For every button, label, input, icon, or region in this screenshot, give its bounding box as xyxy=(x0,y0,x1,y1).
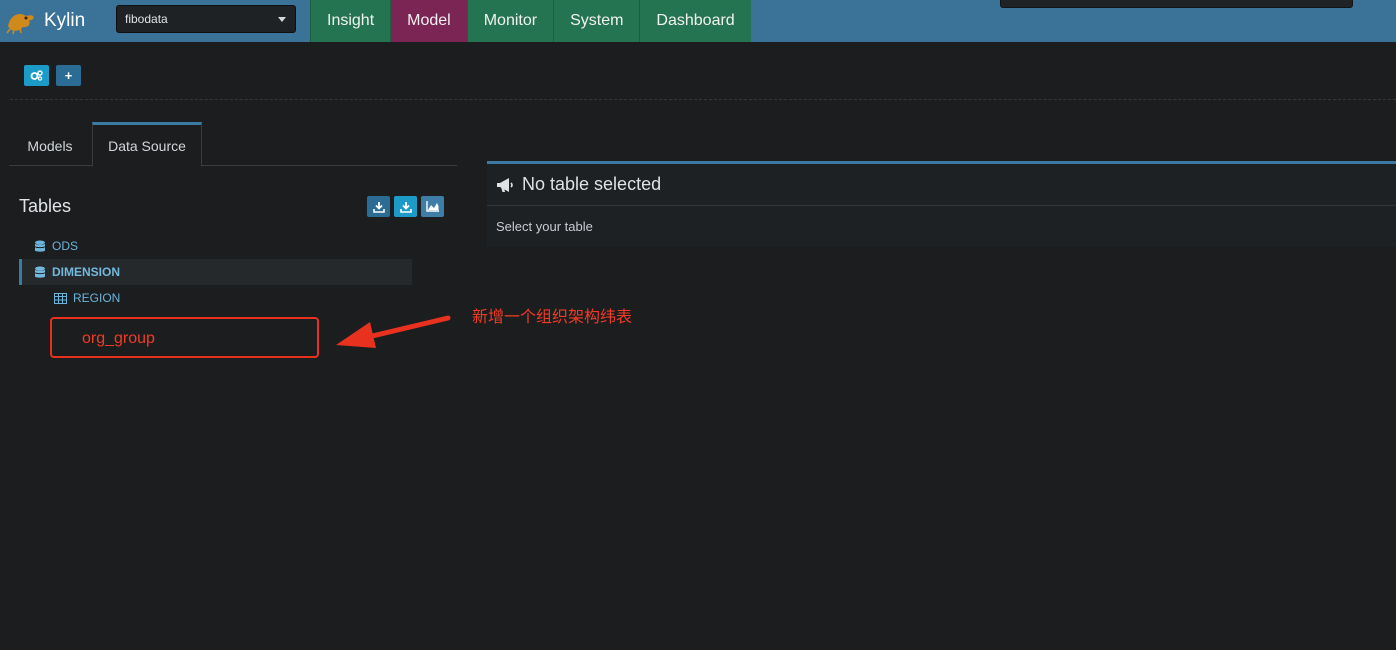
table-detail-body: Select your table xyxy=(496,219,593,234)
nav-tab-monitor[interactable]: Monitor xyxy=(466,0,554,42)
project-select[interactable]: fibodata xyxy=(116,5,296,33)
download-icon xyxy=(399,201,412,213)
tables-actions xyxy=(367,196,444,217)
model-toolbar: + xyxy=(24,65,81,86)
add-button[interactable]: + xyxy=(56,65,81,86)
tree-item-label: ODS xyxy=(52,239,79,253)
table-detail-header: No table selected xyxy=(487,164,1396,206)
toolbar-divider xyxy=(10,99,1396,100)
nav-tab-label: Model xyxy=(407,12,451,29)
download-icon xyxy=(372,201,385,213)
kylin-logo-icon xyxy=(6,14,34,35)
nav-tab-dashboard[interactable]: Dashboard xyxy=(639,0,751,42)
table-detail-panel: No table selected Select your table xyxy=(487,161,1396,247)
load-hive-table-button[interactable] xyxy=(367,196,390,217)
annotation-highlight-text: org_group xyxy=(82,330,155,347)
plus-icon: + xyxy=(64,68,73,83)
main-nav: Insight Model Monitor System Dashboard xyxy=(310,0,751,42)
bullhorn-icon xyxy=(497,177,513,192)
cogs-icon xyxy=(30,70,43,81)
annotation-note: 新增一个组织架构纬表 xyxy=(472,307,633,326)
nav-tab-system[interactable]: System xyxy=(553,0,640,42)
user-dropdown-panel xyxy=(1000,0,1353,8)
table-icon xyxy=(54,292,67,304)
nav-tab-label: Monitor xyxy=(483,12,538,29)
tree-item-label: DIMENSION xyxy=(52,265,121,279)
top-navbar: Kylin fibodata Insight Model Monitor Sys… xyxy=(0,0,1396,42)
nav-tab-label: Dashboard xyxy=(656,12,735,29)
tab-label: Models xyxy=(27,138,73,154)
database-icon xyxy=(34,240,46,253)
nav-tab-insight[interactable]: Insight xyxy=(310,0,391,42)
nav-tab-model[interactable]: Model xyxy=(390,0,467,42)
tab-models[interactable]: Models xyxy=(9,122,91,166)
area-chart-icon xyxy=(425,201,439,212)
nav-tab-label: Insight xyxy=(327,12,375,29)
nav-tab-label: System xyxy=(570,12,624,29)
tab-label: Data Source xyxy=(108,137,186,154)
table-detail-title: No table selected xyxy=(522,174,662,194)
tree-item-ods[interactable]: ODS xyxy=(19,233,412,259)
settings-button[interactable] xyxy=(24,65,49,86)
project-select-value: fibodata xyxy=(125,12,168,26)
brand[interactable]: Kylin xyxy=(0,0,100,42)
tables-tree: ODS DIMENSION REGION xyxy=(19,233,412,311)
left-tabs: Models Data Source xyxy=(9,122,457,167)
annotation-arrow-icon xyxy=(336,315,451,348)
caret-down-icon xyxy=(278,17,286,22)
tables-heading: Tables xyxy=(19,196,72,216)
add-streaming-table-button[interactable] xyxy=(421,196,444,217)
tree-item-label: REGION xyxy=(73,291,121,305)
load-table-from-tree-button[interactable] xyxy=(394,196,417,217)
tab-data-source[interactable]: Data Source xyxy=(92,122,202,167)
tree-item-dimension[interactable]: DIMENSION xyxy=(19,259,412,285)
database-icon xyxy=(34,266,46,279)
brand-name: Kylin xyxy=(44,10,86,31)
